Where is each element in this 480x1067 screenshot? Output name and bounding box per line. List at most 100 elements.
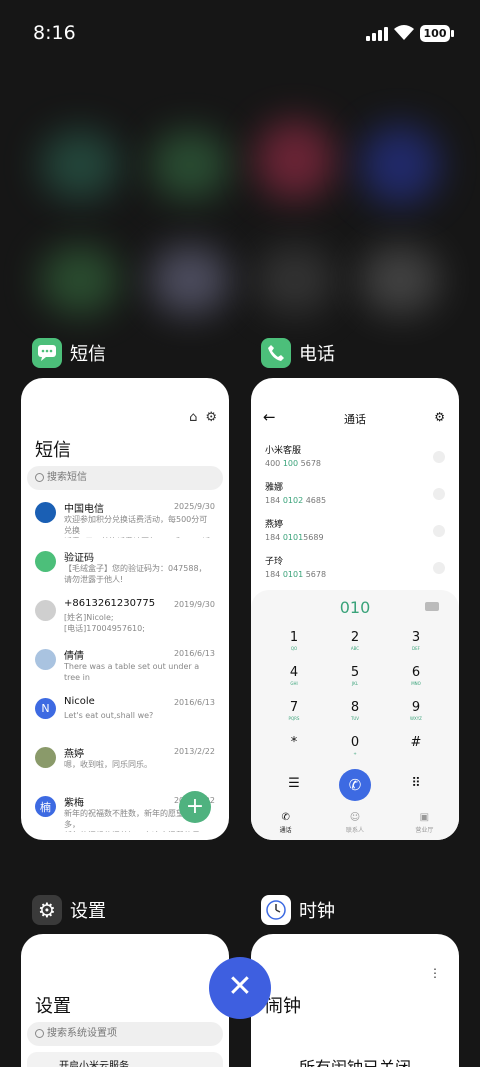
key-digit: # [410,735,422,750]
app-header-settings[interactable]: ⚙ 设置 [32,895,106,925]
key-digit: 5 [350,665,360,680]
call-button[interactable]: ✆ [339,769,371,801]
broom-icon[interactable]: ⌂ [189,410,197,425]
dial-key[interactable]: 0 + [330,735,380,756]
message-item[interactable]: 燕婷 2013/2/22 嗯，收到啦，同乐同乐。 [35,745,215,791]
number-match: 0101 [282,570,304,579]
message-sender: 紫梅 [64,798,84,809]
number-part: 4685 [303,496,327,505]
key-digit: 7 [289,700,299,715]
search-input[interactable]: 搜索系统设置项 [27,1022,223,1046]
number-match: 0102 [282,496,304,505]
gear-icon[interactable]: ⚙ [434,410,445,424]
message-sender: 验证码 [64,553,94,564]
number-part: 184 [265,533,283,542]
message-item[interactable]: 倩倩 2016/6/13 There was a table set out und… [35,647,215,693]
gear-icon[interactable]: ⚙ [205,410,217,425]
message-sender: 燕婷 [64,749,84,760]
empty-state: 所有闹钟已关闭 [251,1054,459,1067]
chevron-right-icon[interactable] [433,488,445,500]
recent-card-sms[interactable]: ⌂ ⚙ 短信 搜索短信 中国电信 2025/9/30 欢迎参加积分兑换话费活动，每5… [21,378,229,840]
message-sender: 倩倩 [64,651,84,662]
number-match: 100 [282,459,299,468]
message-preview: There was a table set out under a tree i… [64,662,200,685]
key-letters: GHI [290,681,298,686]
dial-key[interactable]: # [391,735,441,751]
contact-item[interactable]: 小米客服 400 100 5678 [265,443,445,477]
search-input[interactable]: 搜索短信 [27,466,223,490]
bottom-tabs: ✆ 通话 ☺ 联系人 ▣ 营业厅 [251,806,459,840]
app-header-phone[interactable]: 电话 [261,338,335,368]
key-letters: MNO [411,681,421,686]
clock-icon [261,895,291,925]
contact-item[interactable]: 子玲 184 0101 5678 [265,554,445,588]
menu-icon[interactable]: ☰ [269,776,319,791]
phone-icon [261,338,291,368]
contact-item[interactable]: 雅娜 184 0102 4685 [265,480,445,514]
message-item[interactable]: 验证码 【毛绒盒子】您的验证码为：047588， 请勿泄露于他人! [35,549,215,595]
tab-phone[interactable]: ✆ 通话 [251,806,320,840]
status-bar: 8:16 100 [0,0,480,66]
chevron-right-icon[interactable] [433,525,445,537]
key-letters: WXYZ [410,716,422,721]
recent-card-settings[interactable]: 设置 搜索系统设置项 开启小米云服务 [21,934,229,1067]
message-date: 2016/6/13 [173,649,215,658]
compose-button[interactable]: + [179,791,211,823]
number-match: 0101 [282,533,304,542]
dial-key[interactable]: 5 JKL [330,665,380,686]
avatar [35,649,56,670]
backspace-icon[interactable] [425,602,439,611]
dialpad-toggle-icon[interactable]: ⠿ [391,776,441,791]
tab-label: 营业厅 [415,827,434,834]
message-date: 2019/9/30 [173,600,215,609]
recent-card-phone[interactable]: ← 通话 ⚙ 小米客服 400 100 5678 雅娜 184 0102 4685 燕婷… [251,378,459,840]
message-item[interactable]: +8613261230775 2019/9/30 [姓名]Nicole; [电话]1… [35,598,215,644]
message-item[interactable]: N Nicole 2016/6/13 Let's eat out,shall we? [35,696,215,742]
number-part: 400 [265,459,283,468]
dial-key[interactable]: 4 GHI [269,665,319,686]
tab-contacts[interactable]: ☺ 联系人 [320,806,389,840]
dial-key[interactable]: 8 TUV [330,700,380,721]
message-sender: Nicole [64,696,95,707]
page-title: 设置 [35,996,71,1017]
avatar [35,502,56,523]
key-letters: TUV [350,716,360,721]
tab-store[interactable]: ▣ 营业厅 [390,806,459,840]
dial-key[interactable]: 1 QO [269,630,319,651]
dial-key[interactable]: 7 PQRS [269,700,319,721]
sms-toolbar: ⌂ ⚙ [189,410,217,425]
contact-name: 子玲 [265,557,284,567]
more-icon[interactable]: ⋮ [429,966,441,980]
search-icon [35,473,44,482]
settings-item[interactable]: 开启小米云服务 [27,1052,223,1067]
avatar: 楠 [35,796,56,817]
dial-key[interactable]: 2 ABC [330,630,380,651]
chevron-right-icon[interactable] [433,562,445,574]
key-digit: * [290,735,298,750]
key-letters: PQRS [288,716,300,721]
dial-key[interactable]: 9 WXYZ [391,700,441,721]
app-name: 设置 [70,901,106,922]
dial-key[interactable]: 3 DEF [391,630,441,651]
app-header-clock[interactable]: 时钟 [261,895,335,925]
contact-number: 184 01015689 [265,533,445,542]
key-letters: DEF [412,646,420,651]
number-part: 184 [265,570,283,579]
contact-item[interactable]: 燕婷 184 01015689 [265,517,445,551]
store-icon: ▣ [419,812,430,823]
dial-key[interactable]: 6 MNO [391,665,441,686]
close-all-button[interactable]: ✕ [209,957,271,1019]
message-preview: Let's eat out,shall we? [64,711,154,720]
key-digit: 8 [350,700,360,715]
message-item[interactable]: 中国电信 2025/9/30 欢迎参加积分兑换话费活动，每500分可兑换 话费5元。… [35,500,215,546]
app-header-sms[interactable]: 短信 [32,338,106,368]
chevron-right-icon[interactable] [433,451,445,463]
page-title: 短信 [35,440,71,461]
tab-label: 通话 [279,827,292,834]
dial-key[interactable]: * [269,735,319,751]
message-date: 2025/9/30 [173,502,215,511]
key-letters: JKL [351,681,359,686]
key-digit: 3 [411,630,421,645]
recent-card-clock[interactable]: ⋮ 闹钟 所有闹钟已关闭 [251,934,459,1067]
key-digit: 0 [350,735,360,750]
